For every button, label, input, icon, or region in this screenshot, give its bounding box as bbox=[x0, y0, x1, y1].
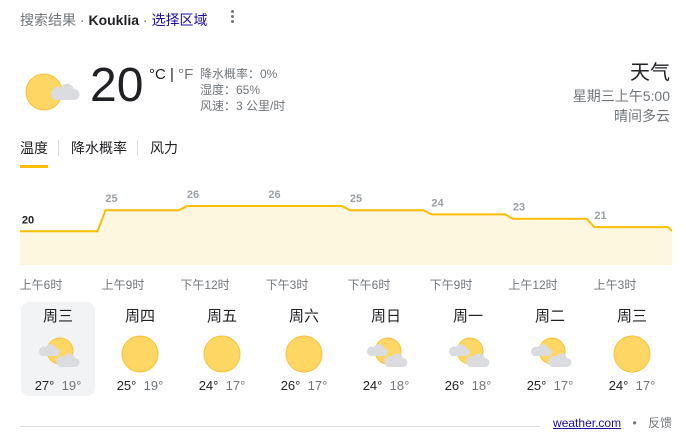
low-temp: 17° bbox=[225, 378, 246, 393]
low-temp: 17° bbox=[553, 378, 574, 393]
more-options-icon[interactable] bbox=[224, 8, 240, 28]
day-forecast[interactable]: 周一 26° 18° bbox=[431, 302, 505, 396]
tab-wind[interactable]: 风力 bbox=[150, 138, 178, 165]
day-forecast[interactable]: 周日 24° 18° bbox=[349, 302, 423, 396]
low-temp: 17° bbox=[635, 378, 656, 393]
chart-x-label: 下午9时 bbox=[429, 278, 473, 292]
high-temp: 26° bbox=[280, 378, 301, 393]
day-name: 周三 bbox=[42, 308, 73, 325]
choose-region-link[interactable]: 选择区域 bbox=[151, 12, 207, 28]
temperature-value-label: 21 bbox=[594, 210, 606, 222]
current-condition: 晴间多云 bbox=[614, 108, 670, 124]
weather-summary: 天气 星期三上午5:00 晴间多云 bbox=[573, 60, 670, 126]
high-temp: 24° bbox=[198, 378, 219, 393]
temperature-chart: 20 25 26 26 25 24 23 21 bbox=[20, 170, 673, 270]
chart-x-label: 上午3时 bbox=[593, 278, 637, 292]
current-temperature: 20 bbox=[90, 59, 144, 112]
low-temp: 17° bbox=[307, 378, 328, 393]
partly-cloudy-icon bbox=[446, 334, 490, 374]
tab-precipitation[interactable]: 降水概率 bbox=[71, 138, 127, 165]
sunny-icon bbox=[282, 334, 326, 374]
partly-cloudy-icon bbox=[364, 334, 408, 374]
footer-dot: • bbox=[632, 416, 637, 430]
day-name: 周二 bbox=[534, 308, 565, 325]
day-temperatures: 24° 17° bbox=[185, 378, 259, 393]
partly-cloudy-icon bbox=[36, 334, 80, 374]
precipitation-chance: 降水概率：0% bbox=[200, 67, 278, 81]
source-link[interactable]: weather.com bbox=[553, 416, 621, 430]
humidity: 湿度：65% bbox=[200, 83, 261, 97]
day-temperatures: 26° 18° bbox=[431, 378, 505, 393]
celsius-unit[interactable]: °C bbox=[149, 66, 166, 83]
tab-divider bbox=[137, 140, 138, 156]
temperature-value-label: 20 bbox=[22, 214, 34, 226]
chart-x-axis: 上午6时 上午9时 下午12时 下午3时 下午6时 下午9时 上午12时 上午3时 bbox=[20, 276, 672, 292]
sunny-icon bbox=[118, 334, 162, 374]
partly-cloudy-icon bbox=[22, 68, 82, 116]
current-datetime: 星期三上午5:00 bbox=[572, 88, 670, 104]
sunny-icon bbox=[610, 334, 654, 374]
day-name: 周日 bbox=[370, 308, 401, 325]
day-name: 周五 bbox=[206, 308, 237, 325]
chart-x-label: 下午12时 bbox=[180, 278, 230, 292]
low-temp: 19° bbox=[143, 378, 164, 393]
footer-divider bbox=[20, 426, 540, 427]
day-name: 周六 bbox=[288, 308, 319, 325]
day-temperatures: 24° 17° bbox=[595, 378, 669, 393]
high-temp: 25° bbox=[116, 378, 137, 393]
header-separator: · bbox=[139, 12, 152, 28]
day-name: 周三 bbox=[616, 308, 647, 325]
chart-x-label: 下午6时 bbox=[347, 278, 391, 292]
day-temperatures: 25° 19° bbox=[103, 378, 177, 393]
unit-toggle: °C | °F bbox=[149, 66, 193, 83]
wind-speed: 风速：3 公里/时 bbox=[200, 99, 286, 113]
feedback-link[interactable]: 反馈 bbox=[648, 416, 672, 430]
weather-title: 天气 bbox=[630, 62, 670, 84]
low-temp: 19° bbox=[61, 378, 82, 393]
weather-details: 降水概率：0% 湿度：65% 风速：3 公里/时 bbox=[200, 66, 285, 114]
day-forecast[interactable]: 周四 25° 19° bbox=[103, 302, 177, 396]
chart-x-label: 下午3时 bbox=[265, 278, 309, 292]
temperature-value-label: 25 bbox=[105, 193, 117, 205]
temperature-value-label: 24 bbox=[431, 197, 444, 209]
search-result-header: 搜索结果 · Kouklia · 选择区域 bbox=[20, 10, 207, 30]
tab-temperature[interactable]: 温度 bbox=[20, 138, 48, 168]
day-forecast[interactable]: 周三 24° 17° bbox=[595, 302, 669, 396]
day-name: 周一 bbox=[452, 308, 483, 325]
temperature-value-label: 25 bbox=[350, 193, 362, 205]
high-temp: 24° bbox=[362, 378, 383, 393]
low-temp: 18° bbox=[389, 378, 410, 393]
day-forecast[interactable]: 周二 25° 17° bbox=[513, 302, 587, 396]
day-forecast[interactable]: 周三 27° 19° bbox=[21, 302, 95, 396]
temperature-chart-svg: 20 25 26 26 25 24 23 21 bbox=[20, 189, 673, 265]
day-temperatures: 25° 17° bbox=[513, 378, 587, 393]
day-name: 周四 bbox=[124, 308, 155, 325]
day-forecast[interactable]: 周六 26° 17° bbox=[267, 302, 341, 396]
temperature-value-label: 23 bbox=[513, 202, 525, 214]
day-temperatures: 26° 17° bbox=[267, 378, 341, 393]
footer: weather.com • 反馈 bbox=[553, 414, 672, 431]
temperature-area bbox=[20, 206, 672, 265]
partly-cloudy-icon bbox=[528, 334, 572, 374]
location-name: Kouklia bbox=[88, 12, 140, 28]
tab-divider bbox=[58, 140, 59, 156]
day-temperatures: 24° 18° bbox=[349, 378, 423, 393]
chart-x-label: 上午9时 bbox=[101, 278, 145, 292]
temperature-value-label: 26 bbox=[187, 189, 199, 201]
low-temp: 18° bbox=[471, 378, 492, 393]
header-prefix: 搜索结果 · bbox=[20, 12, 89, 28]
high-temp: 27° bbox=[34, 378, 55, 393]
chart-x-label: 上午12时 bbox=[508, 278, 558, 292]
high-temp: 25° bbox=[526, 378, 547, 393]
day-forecast[interactable]: 周五 24° 17° bbox=[185, 302, 259, 396]
high-temp: 24° bbox=[608, 378, 629, 393]
chart-x-label: 上午6时 bbox=[19, 278, 63, 292]
fahrenheit-unit[interactable]: °F bbox=[178, 66, 193, 83]
sunny-icon bbox=[200, 334, 244, 374]
unit-separator: | bbox=[165, 66, 179, 83]
day-temperatures: 27° 19° bbox=[21, 378, 95, 393]
temperature-value-label: 26 bbox=[268, 189, 280, 201]
high-temp: 26° bbox=[444, 378, 465, 393]
